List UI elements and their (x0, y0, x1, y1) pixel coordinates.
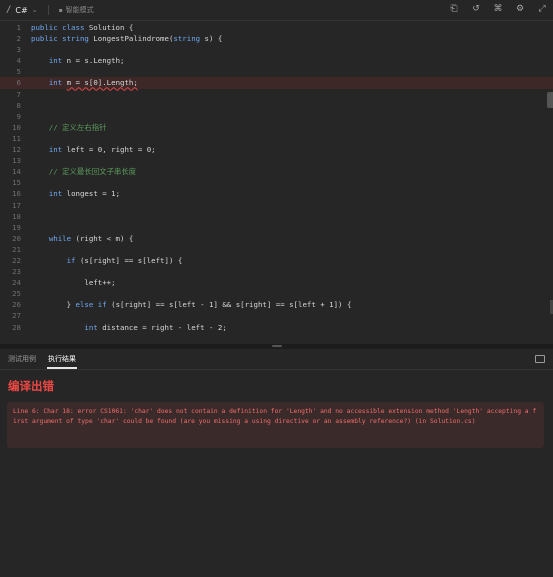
smart-mode-toggle[interactable]: ▪ 智能模式 (59, 5, 94, 15)
line-number: 2 (16, 34, 21, 44)
line-number: 22 (12, 255, 21, 265)
line-number: 27 (12, 311, 21, 321)
line-number: 26 (12, 300, 21, 310)
code-line[interactable]: 17 (0, 200, 553, 211)
scroll-marker[interactable] (547, 92, 553, 108)
line-number: 23 (12, 267, 21, 277)
code-text[interactable]: int left = 0, right = 0; (31, 144, 156, 155)
code-text[interactable]: // 定义左右指针 (31, 122, 107, 133)
code-text[interactable]: while (right < m) { (31, 233, 134, 244)
line-number: 24 (12, 278, 21, 288)
code-line[interactable]: 11 (0, 133, 553, 144)
line-number: 7 (16, 89, 21, 99)
tab-testcase[interactable]: 测试用例 (8, 354, 36, 364)
chevron-down-icon[interactable]: ⌄ (32, 6, 38, 14)
error-message-text: Line 6: Char 18: error CS1061: 'char' do… (13, 408, 537, 425)
code-text[interactable]: left++; (31, 277, 115, 288)
code-text[interactable]: int m = s[0].Length; (31, 77, 138, 88)
code-line[interactable]: 16 int longest = 1; (0, 188, 553, 199)
toolbar-divider (47, 5, 49, 15)
code-editor[interactable]: / C# ⌄ ▪ 智能模式 ⎗ ↺ ⌘ ⚙ ⤢ 1 public class So… (0, 0, 553, 345)
panel-layout-icon[interactable] (535, 355, 545, 363)
code-line[interactable]: 10 // 定义左右指针 (0, 122, 553, 133)
line-number: 5 (16, 67, 21, 77)
code-text[interactable]: int n = s.Length; (31, 55, 125, 66)
result-status-title: 编译出错 (8, 379, 54, 393)
error-message-box: Line 6: Char 18: error CS1061: 'char' do… (7, 402, 544, 448)
code-text[interactable]: int longest = 1; (31, 188, 120, 199)
line-number: 17 (12, 200, 21, 210)
line-number: 9 (16, 111, 21, 121)
code-text[interactable]: public class Solution { (31, 22, 133, 33)
code-line[interactable]: 7 (0, 89, 553, 100)
code-text[interactable]: // 定义最长回文子串长度 (31, 166, 136, 177)
code-line[interactable]: 24 left++; (0, 277, 553, 288)
code-line[interactable]: 4 int n = s.Length; (0, 55, 553, 66)
line-number: 16 (12, 189, 21, 199)
line-number: 11 (12, 133, 21, 143)
smart-mode-label: 智能模式 (65, 6, 94, 14)
panel-tabs: 测试用例 执行结果 (0, 349, 553, 370)
line-number: 15 (12, 178, 21, 188)
code-line[interactable]: 12 int left = 0, right = 0; (0, 144, 553, 155)
toolbar-right: ⎗ ↺ ⌘ ⚙ ⤢ (449, 4, 547, 14)
line-number: 10 (12, 122, 21, 132)
code-line[interactable]: 14 // 定义最长回文子串长度 (0, 166, 553, 177)
code-text[interactable]: public string LongestPalindrome(string s… (31, 33, 222, 44)
code-line[interactable]: 6 int m = s[0].Length; (0, 77, 553, 89)
code-line[interactable]: 27 (0, 310, 553, 321)
code-line[interactable]: 19 (0, 222, 553, 233)
line-number: 14 (12, 167, 21, 177)
braces-icon[interactable]: ⌘ (493, 4, 503, 14)
language-selector[interactable]: C# (15, 6, 27, 15)
resize-handle-icon[interactable] (272, 345, 282, 347)
code-line[interactable]: 8 (0, 100, 553, 111)
reset-icon[interactable]: ↺ (471, 4, 481, 14)
code-line[interactable]: 28 int distance = right - left - 2; (0, 322, 553, 333)
line-number: 3 (16, 45, 21, 55)
line-number: 1 (16, 23, 21, 32)
code-text[interactable]: int distance = right - left - 2; (31, 322, 226, 333)
code-line[interactable]: 25 (0, 288, 553, 299)
bottom-panel: 测试用例 执行结果 编译出错 Line 6: Char 18: error CS… (0, 349, 553, 577)
code-line[interactable]: 15 (0, 177, 553, 188)
code-line[interactable]: 20 while (right < m) { (0, 233, 553, 244)
code-line[interactable]: 13 (0, 155, 553, 166)
code-text[interactable]: } else if (s[right] == s[left - 1] && s[… (31, 299, 352, 310)
code-line[interactable]: 18 (0, 211, 553, 222)
editor-toolbar: / C# ⌄ ▪ 智能模式 ⎗ ↺ ⌘ ⚙ ⤢ (0, 0, 553, 21)
tab-result[interactable]: 执行结果 (48, 354, 76, 364)
line-number: 28 (12, 322, 21, 332)
code-line[interactable]: 3 (0, 44, 553, 55)
code-line[interactable]: 22 if (s[right] == s[left]) { (0, 255, 553, 266)
code-line[interactable]: 26 } else if (s[right] == s[left - 1] &&… (0, 299, 553, 310)
code-line[interactable]: 1 public class Solution { (0, 22, 553, 33)
code-line[interactable]: 2 public string LongestPalindrome(string … (0, 33, 553, 44)
expand-icon[interactable]: ⤢ (537, 4, 547, 14)
lock-icon: ▪ (58, 6, 63, 14)
line-number: 4 (16, 56, 21, 66)
code-line[interactable]: 23 (0, 266, 553, 277)
code-text[interactable]: if (s[right] == s[left]) { (31, 255, 183, 266)
settings-icon[interactable]: ⚙ (515, 4, 525, 14)
code-icon: / (6, 5, 12, 15)
line-number: 13 (12, 156, 21, 166)
line-number: 25 (12, 289, 21, 299)
line-number: 6 (16, 78, 21, 88)
code-line[interactable]: 5 (0, 66, 553, 77)
line-number: 19 (12, 222, 21, 232)
active-tab-indicator (47, 367, 77, 369)
bookmark-icon[interactable]: ⎗ (449, 4, 459, 14)
line-number: 20 (12, 233, 21, 243)
line-number: 12 (12, 145, 21, 155)
code-line[interactable]: 21 (0, 244, 553, 255)
line-number: 8 (16, 100, 21, 110)
line-number: 18 (12, 211, 21, 221)
line-number: 21 (12, 244, 21, 254)
code-area[interactable]: 1 public class Solution { 2 public string L… (0, 22, 553, 342)
toolbar-left: / C# ⌄ ▪ 智能模式 (6, 3, 94, 17)
code-line[interactable]: 9 (0, 111, 553, 122)
